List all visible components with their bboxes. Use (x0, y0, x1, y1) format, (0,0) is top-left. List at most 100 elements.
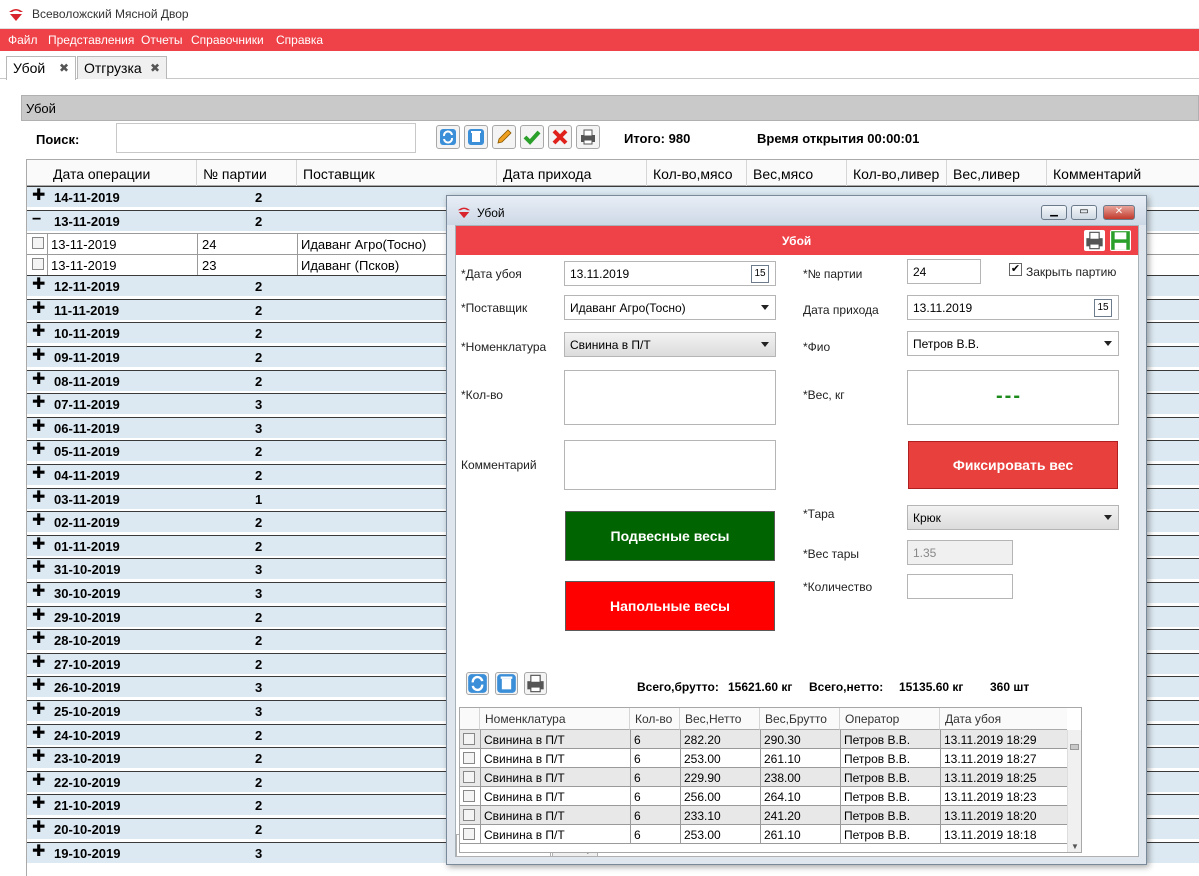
table-row[interactable]: Свинина в П/Т 6 282.20 290.30 Петров В.В. 13.… (460, 730, 1067, 749)
expand-icon[interactable]: ✚ (32, 490, 45, 506)
column-header[interactable]: Вес,Брутто (760, 708, 840, 730)
vertical-scrollbar[interactable]: ▼ (1067, 730, 1081, 852)
menu-help[interactable]: Справка (276, 33, 323, 47)
expand-icon[interactable]: ✚ (32, 301, 45, 317)
close-tab-icon[interactable]: ✖ (150, 61, 160, 75)
print-button[interactable] (1084, 230, 1105, 251)
list-delete-button[interactable] (495, 672, 518, 695)
calendar-icon[interactable]: 15 (751, 265, 769, 283)
row-checkbox[interactable] (463, 790, 475, 802)
nomenclature-select[interactable]: Свинина в П/Т (564, 332, 776, 357)
expand-icon[interactable]: ✚ (32, 419, 45, 435)
qty-field[interactable] (564, 370, 776, 425)
row-checkbox[interactable] (463, 733, 475, 745)
menu-directories[interactable]: Справочники (191, 33, 264, 47)
arrival-field[interactable]: 13.11.2019 15 (907, 295, 1119, 320)
expand-icon[interactable]: ✚ (32, 277, 45, 293)
collapse-icon[interactable]: − (32, 212, 41, 228)
list-refresh-button[interactable] (466, 672, 489, 695)
fix-weight-button[interactable]: Фиксировать вес (908, 441, 1118, 489)
supplier-select[interactable]: Идаванг Агро(Тосно) (564, 295, 776, 320)
column-header[interactable]: Дата операции (47, 160, 197, 187)
column-header[interactable]: № партии (197, 160, 297, 187)
expand-icon[interactable]: ✚ (32, 820, 45, 836)
scroll-down-icon[interactable]: ▼ (1071, 842, 1079, 851)
confirm-button[interactable] (520, 125, 544, 149)
column-header[interactable]: Кол-во,ливер (847, 160, 947, 187)
column-header[interactable]: Поставщик (297, 160, 497, 187)
table-row[interactable]: Свинина в П/Т 6 229.90 238.00 Петров В.В. 13.… (460, 768, 1067, 787)
column-header[interactable]: Кол-во,мясо (647, 160, 747, 187)
expand-icon[interactable]: ✚ (32, 584, 45, 600)
menu-file[interactable]: Файл (8, 33, 38, 47)
date-uboya-field[interactable]: 13.11.2019 15 (564, 261, 776, 286)
row-checkbox[interactable] (463, 809, 475, 821)
refresh-button[interactable] (436, 125, 460, 149)
expand-icon[interactable]: ✚ (32, 188, 45, 204)
tara-weight-field[interactable]: 1.35 (907, 540, 1013, 565)
floor-scales-button[interactable]: Напольные весы (565, 581, 775, 631)
tab-otgruzka[interactable]: Отгрузка ✖ (77, 56, 167, 79)
table-row[interactable]: Свинина в П/Т 6 256.00 264.10 Петров В.В. 13.… (460, 787, 1067, 806)
expand-icon[interactable]: ✚ (32, 773, 45, 789)
expand-icon[interactable]: ✚ (32, 560, 45, 576)
print-button[interactable] (576, 125, 600, 149)
expand-icon[interactable]: ✚ (32, 372, 45, 388)
list-print-button[interactable] (524, 672, 547, 695)
column-header[interactable]: Оператор (840, 708, 940, 730)
quantity-field[interactable] (907, 574, 1013, 599)
column-header[interactable]: Вес,Нетто (680, 708, 760, 730)
expand-icon[interactable]: ✚ (32, 395, 45, 411)
calendar-icon[interactable]: 15 (1094, 299, 1112, 317)
expand-icon[interactable]: ✚ (32, 749, 45, 765)
expand-icon[interactable]: ✚ (32, 608, 45, 624)
column-header[interactable]: Вес,мясо (747, 160, 847, 187)
column-header[interactable]: Дата убоя (940, 708, 1067, 730)
expand-icon[interactable]: ✚ (32, 442, 45, 458)
table-row[interactable]: Свинина в П/Т 6 233.10 241.20 Петров В.В. 13.… (460, 806, 1067, 825)
save-button[interactable] (1110, 230, 1131, 251)
party-field[interactable]: 24 (907, 259, 981, 284)
column-header[interactable]: Кол-во (630, 708, 680, 730)
row-checkbox[interactable] (463, 771, 475, 783)
expand-icon[interactable]: ✚ (32, 513, 45, 529)
close-button[interactable]: ✕ (1103, 205, 1135, 220)
expand-icon[interactable]: ✚ (32, 726, 45, 742)
scrollbar-thumb[interactable] (1070, 744, 1079, 750)
expand-icon[interactable]: ✚ (32, 466, 45, 482)
row-checkbox[interactable] (32, 237, 44, 249)
close-party-checkbox[interactable]: ✔ (1009, 263, 1022, 276)
row-checkbox[interactable] (32, 258, 44, 270)
column-header[interactable]: Вес,ливер (947, 160, 1047, 187)
expand-icon[interactable]: ✚ (32, 796, 45, 812)
table-row[interactable]: Свинина в П/Т 6 253.00 261.10 Петров В.В. 13.… (460, 825, 1067, 844)
expand-icon[interactable]: ✚ (32, 678, 45, 694)
fio-select[interactable]: Петров В.В. (907, 331, 1119, 356)
edit-button[interactable] (492, 125, 516, 149)
delete-button[interactable] (464, 125, 488, 149)
comment-field[interactable] (564, 440, 776, 490)
tab-uboy[interactable]: Убой ✖ (6, 56, 76, 80)
table-row[interactable]: Свинина в П/Т 6 253.00 261.10 Петров В.В. 13.… (460, 749, 1067, 768)
cancel-button[interactable] (548, 125, 572, 149)
expand-icon[interactable]: ✚ (32, 631, 45, 647)
column-header[interactable]: Дата прихода (497, 160, 647, 187)
expand-icon[interactable]: ✚ (32, 324, 45, 340)
hanging-scales-button[interactable]: Подвесные весы (565, 511, 775, 561)
expand-icon[interactable]: ✚ (32, 702, 45, 718)
row-checkbox[interactable] (463, 752, 475, 764)
menu-views[interactable]: Представления (48, 33, 134, 47)
tara-select[interactable]: Крюк (907, 505, 1119, 530)
expand-icon[interactable]: ✚ (32, 348, 45, 364)
menu-reports[interactable]: Отчеты (141, 33, 182, 47)
minimize-button[interactable]: ▁ (1041, 205, 1067, 220)
close-tab-icon[interactable]: ✖ (59, 61, 69, 75)
column-header[interactable]: Комментарий (1047, 160, 1199, 187)
column-header[interactable]: Номенклатура (480, 708, 630, 730)
row-checkbox[interactable] (463, 828, 475, 840)
expand-icon[interactable]: ✚ (32, 655, 45, 671)
search-input[interactable] (116, 123, 416, 153)
expand-icon[interactable]: ✚ (32, 537, 45, 553)
maximize-button[interactable]: ▭ (1071, 205, 1097, 220)
expand-icon[interactable]: ✚ (32, 844, 45, 860)
